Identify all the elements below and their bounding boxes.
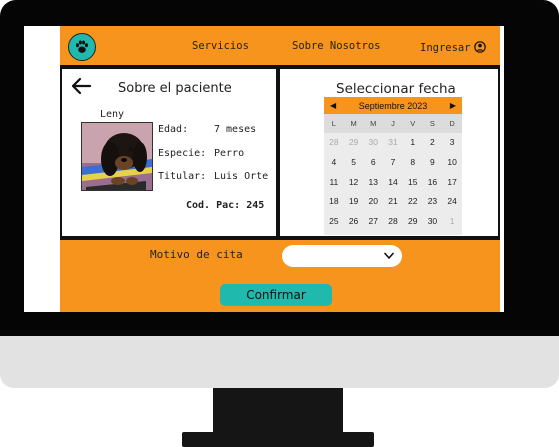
calendar-day[interactable]: 30 (363, 133, 383, 153)
patient-code-value: 245 (246, 200, 265, 211)
calendar-day[interactable]: 11 (324, 173, 344, 193)
weekday-label: M (363, 114, 384, 133)
calendar-month-label: Septiembre 2023 (358, 100, 428, 111)
calendar-day[interactable]: 31 (383, 133, 403, 153)
calendar-day[interactable]: 30 (423, 212, 443, 232)
owner-value: Luis Orte (214, 171, 269, 182)
pet-photo (81, 122, 153, 191)
calendar-day[interactable]: 15 (403, 173, 423, 193)
prev-month-icon[interactable]: ◀ (330, 101, 336, 110)
calendar-day[interactable]: 22 (403, 192, 423, 212)
calendar-day[interactable]: 27 (363, 212, 383, 232)
calendar-day[interactable]: 26 (344, 212, 364, 232)
top-navbar: Servicios Sobre Nosotros Ingresar (60, 26, 500, 67)
calendar-day[interactable]: 28 (383, 212, 403, 232)
calendar-day[interactable]: 9 (423, 153, 443, 173)
owner-label: Titular: (158, 171, 207, 182)
chevron-down-icon (384, 252, 394, 259)
login-button[interactable]: Ingresar (420, 38, 486, 57)
calendar-day[interactable]: 1 (442, 212, 462, 232)
login-label: Ingresar (420, 41, 471, 54)
date-panel-title: Seleccionar fecha (336, 81, 456, 97)
confirm-button[interactable]: Confirmar (220, 284, 332, 306)
next-month-icon[interactable]: ▶ (450, 101, 456, 110)
appointment-bar: Motivo de cita Confirmar (60, 238, 500, 312)
calendar-day[interactable]: 16 (423, 173, 443, 193)
calendar-day[interactable]: 6 (363, 153, 383, 173)
calendar-day[interactable]: 21 (383, 192, 403, 212)
calendar-day[interactable]: 28 (324, 133, 344, 153)
species-value: Perro (214, 148, 245, 159)
calendar-day[interactable]: 3 (442, 133, 462, 153)
calendar-day[interactable]: 5 (344, 153, 364, 173)
species-label: Especie: (158, 148, 207, 159)
calendar-day[interactable]: 23 (423, 192, 443, 212)
confirm-button-label: Confirmar (246, 288, 306, 302)
calendar-header: ◀ Septiembre 2023 ▶ (324, 97, 462, 114)
monitor-stand-neck (213, 388, 343, 434)
calendar-day[interactable]: 14 (383, 173, 403, 193)
calendar-day[interactable]: 12 (344, 173, 364, 193)
patient-code: Cod. Pac: 245 (186, 200, 264, 211)
calendar-day[interactable]: 2 (423, 133, 443, 153)
calendar-day[interactable]: 1 (403, 133, 423, 153)
calendar-day[interactable]: 4 (324, 153, 344, 173)
paw-logo-icon[interactable] (68, 33, 96, 61)
calendar-day[interactable]: 13 (363, 173, 383, 193)
pet-name: Leny (100, 109, 125, 120)
reason-label: Motivo de cita (150, 248, 243, 261)
weekday-label: J (383, 114, 403, 133)
calendar-day[interactable]: 18 (324, 192, 344, 212)
calendar-day[interactable]: 7 (383, 153, 403, 173)
weekday-label: S (422, 114, 443, 133)
calendar-day[interactable]: 19 (344, 192, 364, 212)
age-label: Edad: (158, 124, 189, 135)
monitor-stand-base (182, 432, 374, 447)
monitor-chin (0, 336, 559, 388)
app-screen: Servicios Sobre Nosotros Ingresar Sobre … (24, 26, 504, 312)
user-icon (473, 38, 486, 57)
patient-code-label: Cod. Pac: (186, 200, 241, 211)
calendar-day[interactable]: 8 (403, 153, 423, 173)
calendar-day[interactable]: 29 (403, 212, 423, 232)
date-panel: Seleccionar fecha ◀ Septiembre 2023 ▶ LM… (278, 67, 500, 238)
nav-link-servicios[interactable]: Servicios (192, 40, 249, 52)
calendar: ◀ Septiembre 2023 ▶ L M M J V S D 28 29 30 31 1 2 3 4 5… (324, 97, 462, 235)
patient-panel: Sobre el paciente Leny Edad: 7 meses Esp… (60, 67, 278, 238)
age-value: 7 meses (214, 124, 257, 135)
patient-panel-title: Sobre el paciente (118, 81, 232, 96)
calendar-day[interactable]: 24 (442, 192, 462, 212)
calendar-grid: L M M J V S D 28 29 30 31 1 2 3 4 5 6 7 8 9 10 11 12 13 14 15 16 17… (324, 114, 462, 232)
calendar-day[interactable]: 25 (324, 212, 344, 232)
calendar-day[interactable]: 20 (363, 192, 383, 212)
back-arrow-icon[interactable] (70, 75, 92, 97)
weekday-label: D (442, 114, 462, 133)
nav-link-sobre-nosotros[interactable]: Sobre Nosotros (292, 40, 381, 52)
calendar-day[interactable]: 10 (442, 153, 462, 173)
reason-select[interactable] (282, 245, 402, 267)
calendar-day[interactable]: 17 (442, 173, 462, 193)
calendar-day[interactable]: 29 (344, 133, 364, 153)
weekday-label: L (324, 114, 344, 133)
weekday-label: M (343, 114, 364, 133)
weekday-label: V (402, 114, 423, 133)
